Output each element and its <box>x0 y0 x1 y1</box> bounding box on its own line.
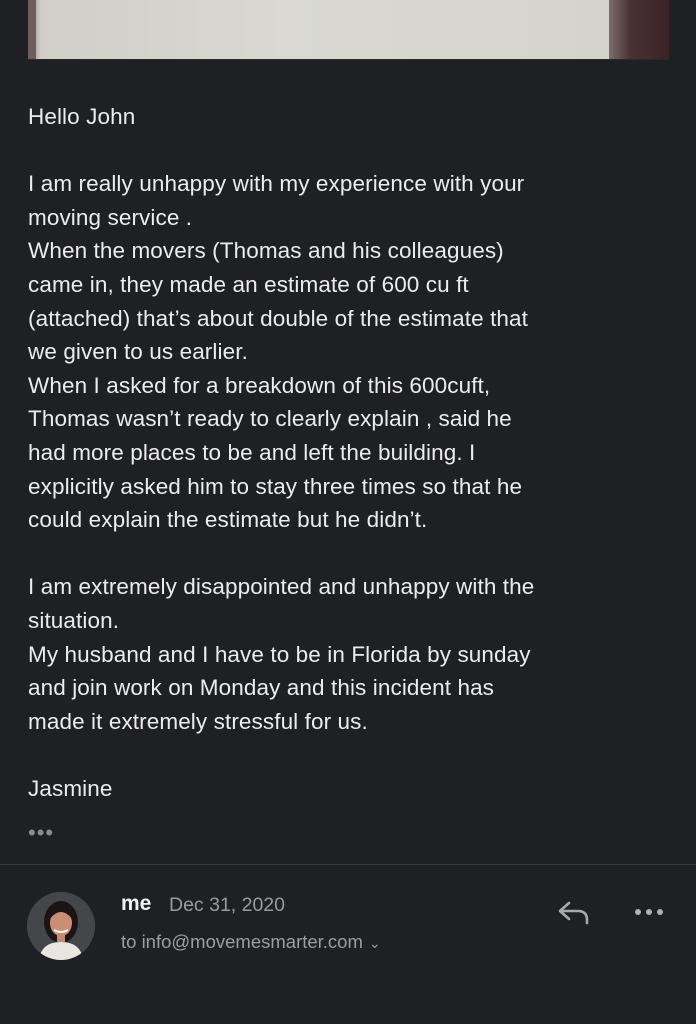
body-line: explicitly asked him to stay three times… <box>28 473 523 499</box>
more-options-button[interactable] <box>632 900 666 924</box>
email-body: Hello John I am really unhappy with my e… <box>28 100 668 805</box>
body-line: My husband and I have to be in Florida b… <box>28 641 531 667</box>
body-line: When I asked for a breakdown of this 600… <box>28 372 491 398</box>
body-line: made it extremely stressful for us. <box>28 708 368 734</box>
chevron-down-icon[interactable]: ⌄ <box>369 930 381 956</box>
signature: Jasmine <box>28 775 113 801</box>
body-line: and join work on Monday and this inciden… <box>28 675 495 701</box>
body-line: had more places to be and left the build… <box>28 439 476 465</box>
reply-button[interactable] <box>556 897 592 927</box>
more-options-icon <box>635 909 663 915</box>
show-trimmed-content-button[interactable]: ••• <box>28 818 54 848</box>
sender-name: me <box>121 892 152 915</box>
body-line: we given to us earlier. <box>28 339 248 365</box>
recipient-details[interactable]: to info@movemesmarter.com ⌄ <box>121 929 381 956</box>
message-date: Dec 31, 2020 <box>169 894 286 916</box>
greeting: Hello John <box>28 104 136 129</box>
avatar[interactable] <box>27 892 95 960</box>
attachment-edge <box>609 0 669 59</box>
message-divider <box>0 864 696 865</box>
body-line: situation. <box>28 607 120 633</box>
body-line: Thomas wasn’t ready to clearly explain ,… <box>28 406 512 432</box>
reply-icon <box>558 901 589 925</box>
body-line: came in, they made an estimate of 600 cu… <box>28 271 469 297</box>
attachment-image-preview[interactable] <box>28 0 669 60</box>
body-line: I am really unhappy with my experience w… <box>28 171 525 197</box>
attachment-edge <box>28 0 36 59</box>
body-line: When the movers (Thomas and his colleagu… <box>28 238 504 264</box>
body-line: (attached) that’s about double of the es… <box>28 305 529 331</box>
body-line: moving service . <box>28 204 193 230</box>
body-line: could explain the estimate but he didn’t… <box>28 507 428 533</box>
recipient-line: to info@movemesmarter.com <box>121 931 363 952</box>
body-line: I am extremely disappointed and unhappy … <box>28 574 535 600</box>
